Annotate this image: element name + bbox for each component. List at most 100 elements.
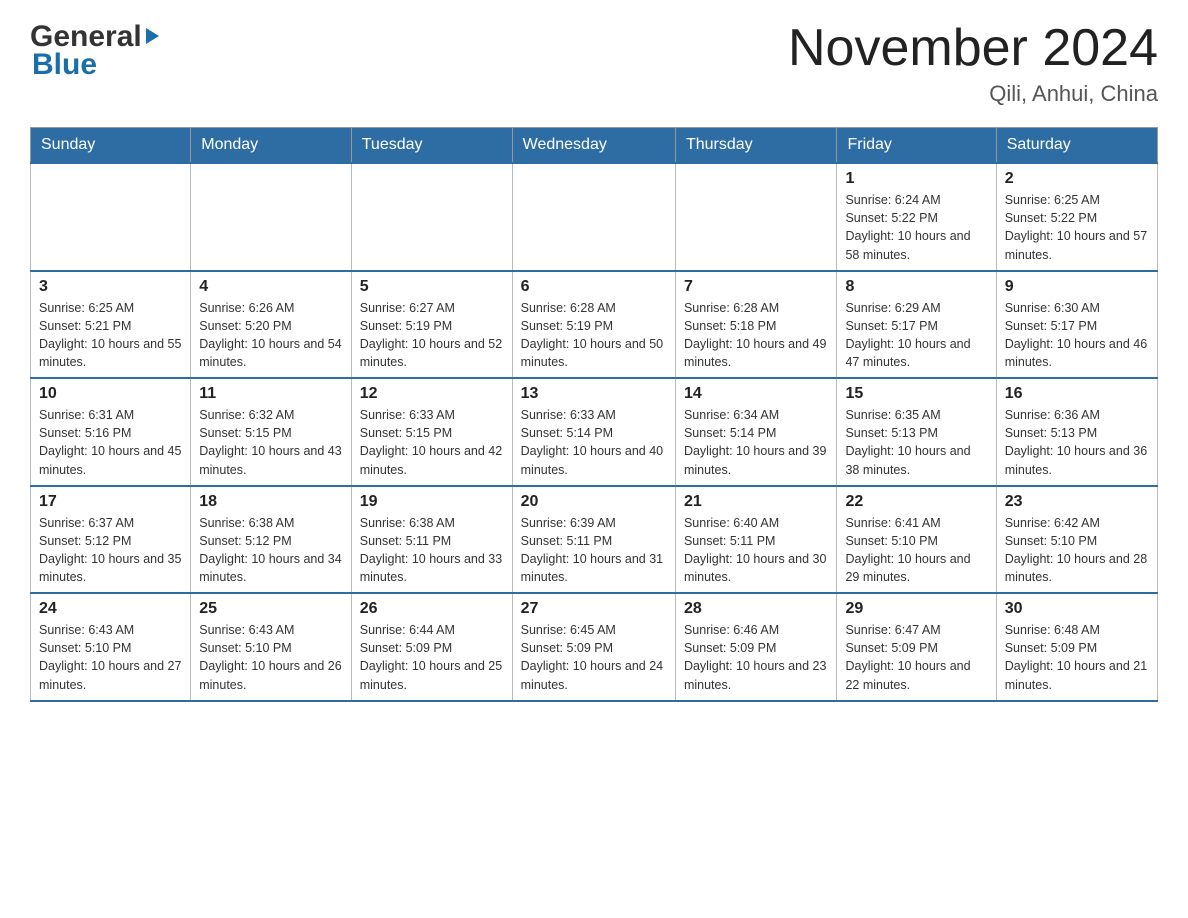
calendar-cell: 11 Sunrise: 6:32 AMSunset: 5:15 PMDayligh… (191, 378, 352, 486)
calendar-cell: 3 Sunrise: 6:25 AMSunset: 5:21 PMDaylight… (31, 271, 191, 379)
day-number: 22 (845, 493, 987, 511)
calendar-cell: 30Sunrise: 6:48 AMSunset: 5:09 PMDayligh… (996, 593, 1157, 701)
calendar-week-row: 10 Sunrise: 6:31 AMSunset: 5:16 PMDayligh… (31, 378, 1158, 486)
calendar-cell: 22Sunrise: 6:41 AMSunset: 5:10 PMDayligh… (837, 486, 996, 594)
calendar-week-row: 17 Sunrise: 6:37 AMSunset: 5:12 PMDayligh… (31, 486, 1158, 594)
calendar-cell: 5 Sunrise: 6:27 AMSunset: 5:19 PMDaylight… (351, 271, 512, 379)
day-info: Sunrise: 6:39 AMSunset: 5:11 PMDaylight:… (521, 514, 667, 587)
day-info: Sunrise: 6:24 AMSunset: 5:22 PMDaylight:… (845, 191, 987, 264)
day-info: Sunrise: 6:40 AMSunset: 5:11 PMDaylight:… (684, 514, 829, 587)
header-wednesday: Wednesday (512, 128, 675, 164)
day-number: 16 (1005, 385, 1149, 403)
day-number: 27 (521, 600, 667, 618)
day-info: Sunrise: 6:27 AMSunset: 5:19 PMDaylight:… (360, 299, 504, 372)
day-info: Sunrise: 6:34 AMSunset: 5:14 PMDaylight:… (684, 406, 829, 479)
calendar-table: Sunday Monday Tuesday Wednesday Thursday… (30, 127, 1158, 702)
calendar-cell: 9Sunrise: 6:30 AMSunset: 5:17 PMDaylight… (996, 271, 1157, 379)
header-monday: Monday (191, 128, 352, 164)
calendar-cell: 6 Sunrise: 6:28 AMSunset: 5:19 PMDaylight… (512, 271, 675, 379)
day-number: 21 (684, 493, 829, 511)
day-number: 6 (521, 278, 667, 296)
logo-triangle-icon (146, 28, 159, 44)
day-info: Sunrise: 6:36 AMSunset: 5:13 PMDaylight:… (1005, 406, 1149, 479)
day-number: 9 (1005, 278, 1149, 296)
day-info: Sunrise: 6:37 AMSunset: 5:12 PMDaylight:… (39, 514, 182, 587)
day-info: Sunrise: 6:28 AMSunset: 5:19 PMDaylight:… (521, 299, 667, 372)
day-number: 4 (199, 278, 343, 296)
day-number: 13 (521, 385, 667, 403)
header-saturday: Saturday (996, 128, 1157, 164)
calendar-cell: 14 Sunrise: 6:34 AMSunset: 5:14 PMDayligh… (675, 378, 837, 486)
calendar-cell: 28 Sunrise: 6:46 AMSunset: 5:09 PMDayligh… (675, 593, 837, 701)
day-number: 19 (360, 493, 504, 511)
calendar-cell: 18 Sunrise: 6:38 AMSunset: 5:12 PMDayligh… (191, 486, 352, 594)
title-area: November 2024 Qili, Anhui, China (788, 20, 1158, 107)
page-header: General Blue November 2024 Qili, Anhui, … (30, 20, 1158, 107)
day-number: 30 (1005, 600, 1149, 618)
day-info: Sunrise: 6:25 AMSunset: 5:22 PMDaylight:… (1005, 191, 1149, 264)
day-info: Sunrise: 6:43 AMSunset: 5:10 PMDaylight:… (199, 621, 343, 694)
day-info: Sunrise: 6:38 AMSunset: 5:12 PMDaylight:… (199, 514, 343, 587)
day-info: Sunrise: 6:26 AMSunset: 5:20 PMDaylight:… (199, 299, 343, 372)
calendar-cell (675, 163, 837, 271)
month-year-title: November 2024 (788, 20, 1158, 77)
day-info: Sunrise: 6:45 AMSunset: 5:09 PMDaylight:… (521, 621, 667, 694)
calendar-cell: 7Sunrise: 6:28 AMSunset: 5:18 PMDaylight… (675, 271, 837, 379)
calendar-cell: 12 Sunrise: 6:33 AMSunset: 5:15 PMDayligh… (351, 378, 512, 486)
logo-blue-text: Blue (32, 48, 97, 82)
day-info: Sunrise: 6:28 AMSunset: 5:18 PMDaylight:… (684, 299, 829, 372)
calendar-cell: 15Sunrise: 6:35 AMSunset: 5:13 PMDayligh… (837, 378, 996, 486)
calendar-cell: 26Sunrise: 6:44 AMSunset: 5:09 PMDayligh… (351, 593, 512, 701)
calendar-cell: 29 Sunrise: 6:47 AMSunset: 5:09 PMDayligh… (837, 593, 996, 701)
day-number: 5 (360, 278, 504, 296)
day-info: Sunrise: 6:32 AMSunset: 5:15 PMDaylight:… (199, 406, 343, 479)
location-subtitle: Qili, Anhui, China (788, 81, 1158, 107)
calendar-cell: 25 Sunrise: 6:43 AMSunset: 5:10 PMDayligh… (191, 593, 352, 701)
weekday-header-row: Sunday Monday Tuesday Wednesday Thursday… (31, 128, 1158, 164)
calendar-cell: 4 Sunrise: 6:26 AMSunset: 5:20 PMDaylight… (191, 271, 352, 379)
day-info: Sunrise: 6:25 AMSunset: 5:21 PMDaylight:… (39, 299, 182, 372)
day-info: Sunrise: 6:46 AMSunset: 5:09 PMDaylight:… (684, 621, 829, 694)
logo: General Blue (30, 20, 159, 82)
calendar-cell: 8Sunrise: 6:29 AMSunset: 5:17 PMDaylight… (837, 271, 996, 379)
calendar-cell: 10 Sunrise: 6:31 AMSunset: 5:16 PMDayligh… (31, 378, 191, 486)
day-number: 24 (39, 600, 182, 618)
day-number: 15 (845, 385, 987, 403)
calendar-cell: 24 Sunrise: 6:43 AMSunset: 5:10 PMDayligh… (31, 593, 191, 701)
day-info: Sunrise: 6:42 AMSunset: 5:10 PMDaylight:… (1005, 514, 1149, 587)
calendar-cell: 2Sunrise: 6:25 AMSunset: 5:22 PMDaylight… (996, 163, 1157, 271)
calendar-cell: 20Sunrise: 6:39 AMSunset: 5:11 PMDayligh… (512, 486, 675, 594)
day-info: Sunrise: 6:47 AMSunset: 5:09 PMDaylight:… (845, 621, 987, 694)
calendar-week-row: 24 Sunrise: 6:43 AMSunset: 5:10 PMDayligh… (31, 593, 1158, 701)
day-info: Sunrise: 6:44 AMSunset: 5:09 PMDaylight:… (360, 621, 504, 694)
day-number: 25 (199, 600, 343, 618)
calendar-cell (31, 163, 191, 271)
calendar-cell: 19 Sunrise: 6:38 AMSunset: 5:11 PMDayligh… (351, 486, 512, 594)
calendar-cell: 16 Sunrise: 6:36 AMSunset: 5:13 PMDayligh… (996, 378, 1157, 486)
day-number: 29 (845, 600, 987, 618)
day-info: Sunrise: 6:33 AMSunset: 5:14 PMDaylight:… (521, 406, 667, 479)
day-info: Sunrise: 6:31 AMSunset: 5:16 PMDaylight:… (39, 406, 182, 479)
calendar-cell: 1 Sunrise: 6:24 AMSunset: 5:22 PMDaylight… (837, 163, 996, 271)
day-number: 11 (199, 385, 343, 403)
day-number: 14 (684, 385, 829, 403)
day-number: 18 (199, 493, 343, 511)
day-number: 8 (845, 278, 987, 296)
day-number: 3 (39, 278, 182, 296)
day-info: Sunrise: 6:43 AMSunset: 5:10 PMDaylight:… (39, 621, 182, 694)
calendar-cell: 21 Sunrise: 6:40 AMSunset: 5:11 PMDayligh… (675, 486, 837, 594)
calendar-cell: 27 Sunrise: 6:45 AMSunset: 5:09 PMDayligh… (512, 593, 675, 701)
calendar-week-row: 1 Sunrise: 6:24 AMSunset: 5:22 PMDaylight… (31, 163, 1158, 271)
day-number: 28 (684, 600, 829, 618)
calendar-cell (351, 163, 512, 271)
day-info: Sunrise: 6:33 AMSunset: 5:15 PMDaylight:… (360, 406, 504, 479)
day-info: Sunrise: 6:38 AMSunset: 5:11 PMDaylight:… (360, 514, 504, 587)
day-number: 1 (845, 170, 987, 188)
day-number: 10 (39, 385, 182, 403)
header-friday: Friday (837, 128, 996, 164)
calendar-week-row: 3 Sunrise: 6:25 AMSunset: 5:21 PMDaylight… (31, 271, 1158, 379)
calendar-cell (512, 163, 675, 271)
day-number: 12 (360, 385, 504, 403)
calendar-cell: 13 Sunrise: 6:33 AMSunset: 5:14 PMDayligh… (512, 378, 675, 486)
day-number: 17 (39, 493, 182, 511)
